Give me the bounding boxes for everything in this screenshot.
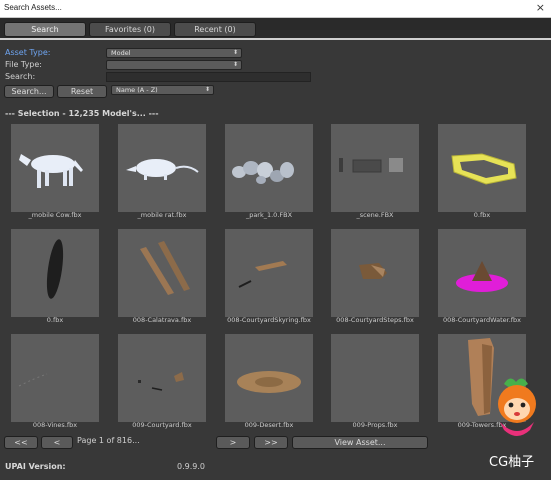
version-label: UPAI Version:: [5, 462, 66, 471]
last-page-button[interactable]: >>: [254, 436, 288, 449]
asset-type-label: Asset Type:: [5, 48, 51, 57]
dropdown-arrow-icon: ⬍: [232, 61, 238, 68]
asset-thumbnail[interactable]: [331, 229, 419, 317]
vines-model-icon: [18, 373, 48, 387]
sort-dropdown[interactable]: Name (A - Z) ⬍: [111, 85, 214, 95]
asset-name: 008-Vines.fbx: [32, 421, 78, 429]
page-indicator: Page 1 of 816...: [77, 436, 140, 445]
skyring-model-icon: [238, 261, 287, 288]
water-model-icon: [456, 261, 508, 292]
blade-model-icon: [46, 239, 64, 299]
asset-type-dropdown[interactable]: Model ⬍: [106, 48, 242, 58]
asset-name: 008-CourtyardSteps.fbx: [336, 316, 414, 324]
planks-model-icon: [140, 241, 190, 295]
search-input[interactable]: [106, 72, 311, 82]
window-title: Search Assets...: [4, 3, 62, 12]
version-value: 0.9.9.0: [177, 462, 205, 471]
asset-name: 008-CourtyardWater.fbx: [442, 316, 522, 324]
asset-thumbnail[interactable]: [11, 229, 99, 317]
asset-name: _park_1.0.FBX: [245, 211, 293, 219]
rocks-model-icon: [232, 161, 294, 184]
tab-divider: [0, 38, 551, 40]
asset-type-value: Model: [111, 49, 131, 57]
file-type-dropdown[interactable]: ⬍: [106, 60, 242, 70]
asset-thumbnail[interactable]: [118, 124, 206, 212]
yellow-frame-model-icon: [451, 153, 517, 185]
desert-model-icon: [237, 371, 301, 393]
sort-value: Name (A - Z): [116, 86, 158, 94]
asset-thumbnail[interactable]: [11, 334, 99, 422]
prev-page-button[interactable]: <: [41, 436, 73, 449]
search-button[interactable]: Search...: [4, 85, 54, 98]
title-bar: Search Assets... ×: [0, 0, 551, 18]
next-page-button[interactable]: >: [216, 436, 250, 449]
asset-thumbnail[interactable]: [118, 334, 206, 422]
cow-model-icon: [19, 154, 83, 188]
tab-recent[interactable]: Recent (0): [174, 22, 256, 37]
search-label: Search:: [5, 72, 36, 81]
tab-search[interactable]: Search: [4, 22, 86, 37]
asset-name: 008-CourtyardSkyring.fbx: [227, 316, 311, 324]
asset-thumbnail[interactable]: [331, 124, 419, 212]
tab-bar: Search Favorites (0) Recent (0): [0, 18, 551, 39]
asset-thumbnail[interactable]: [225, 334, 313, 422]
view-asset-button[interactable]: View Asset...: [292, 436, 428, 449]
tab-favorites[interactable]: Favorites (0): [89, 22, 171, 37]
asset-name: 0.fbx: [46, 316, 64, 324]
asset-name: _mobile Cow.fbx: [28, 211, 82, 219]
reset-button[interactable]: Reset: [57, 85, 107, 98]
first-page-button[interactable]: <<: [4, 436, 38, 449]
asset-name: 009-Courtyard.fbx: [132, 421, 192, 429]
asset-thumbnail[interactable]: [118, 229, 206, 317]
asset-name: 008-Calatrava.fbx: [132, 316, 192, 324]
steps-model-icon: [359, 263, 387, 279]
asset-name: 009-Desert.fbx: [244, 421, 294, 429]
scene-model-icon: [339, 158, 403, 173]
asset-name: _mobile rat.fbx: [137, 211, 187, 219]
file-type-label: File Type:: [5, 60, 42, 69]
asset-thumbnail[interactable]: [438, 124, 526, 212]
rat-model-icon: [126, 159, 199, 180]
selection-summary: --- Selection - 12,235 Model's... ---: [5, 109, 159, 118]
asset-thumbnail[interactable]: [11, 124, 99, 212]
dropdown-arrow-icon: ⬍: [204, 86, 210, 93]
asset-thumbnail[interactable]: [438, 229, 526, 317]
asset-name: 0.fbx: [473, 211, 491, 219]
dropdown-arrow-icon: ⬍: [232, 49, 238, 56]
asset-thumbnail[interactable]: [331, 334, 419, 422]
close-icon[interactable]: ×: [536, 1, 545, 14]
watermark-text: CG柚子: [489, 455, 535, 470]
props-model-icon: [331, 334, 419, 422]
asset-thumbnail[interactable]: [225, 229, 313, 317]
asset-thumbnail[interactable]: [225, 124, 313, 212]
asset-name: 009-Props.fbx: [352, 421, 398, 429]
orange-mascot-logo: [498, 378, 536, 436]
asset-name: _scene.FBX: [356, 211, 394, 219]
courtyard-model-icon: [138, 372, 184, 391]
